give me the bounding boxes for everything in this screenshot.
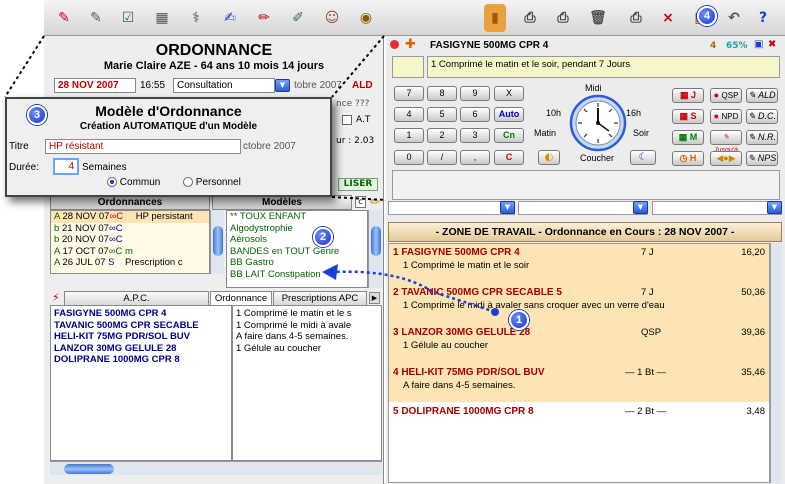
zoom-guide-lines <box>4 35 387 201</box>
duree-input[interactable]: 4 <box>53 158 79 175</box>
duree-label: Durée: <box>9 162 40 173</box>
radio-personnel[interactable]: Personnel <box>183 177 241 188</box>
dialog-date-partial: ctobre 2007 <box>243 141 296 152</box>
radio-commun[interactable]: Commun <box>107 177 160 188</box>
radio-commun-icon[interactable] <box>107 177 117 188</box>
dialog-subtitle: Création AUTOMATIQUE d'un Modèle <box>79 121 258 132</box>
titre-label: Titre <box>9 141 29 152</box>
modele-dialog: 3 Modèle d'Ordonnance Création AUTOMATIQ… <box>5 97 332 197</box>
dialog-title: Modèle d'Ordonnance <box>95 103 242 119</box>
radio-personnel-icon[interactable] <box>183 177 193 188</box>
titre-input[interactable]: HP résistant <box>45 139 241 154</box>
duree-unit: Semaines <box>82 162 127 173</box>
